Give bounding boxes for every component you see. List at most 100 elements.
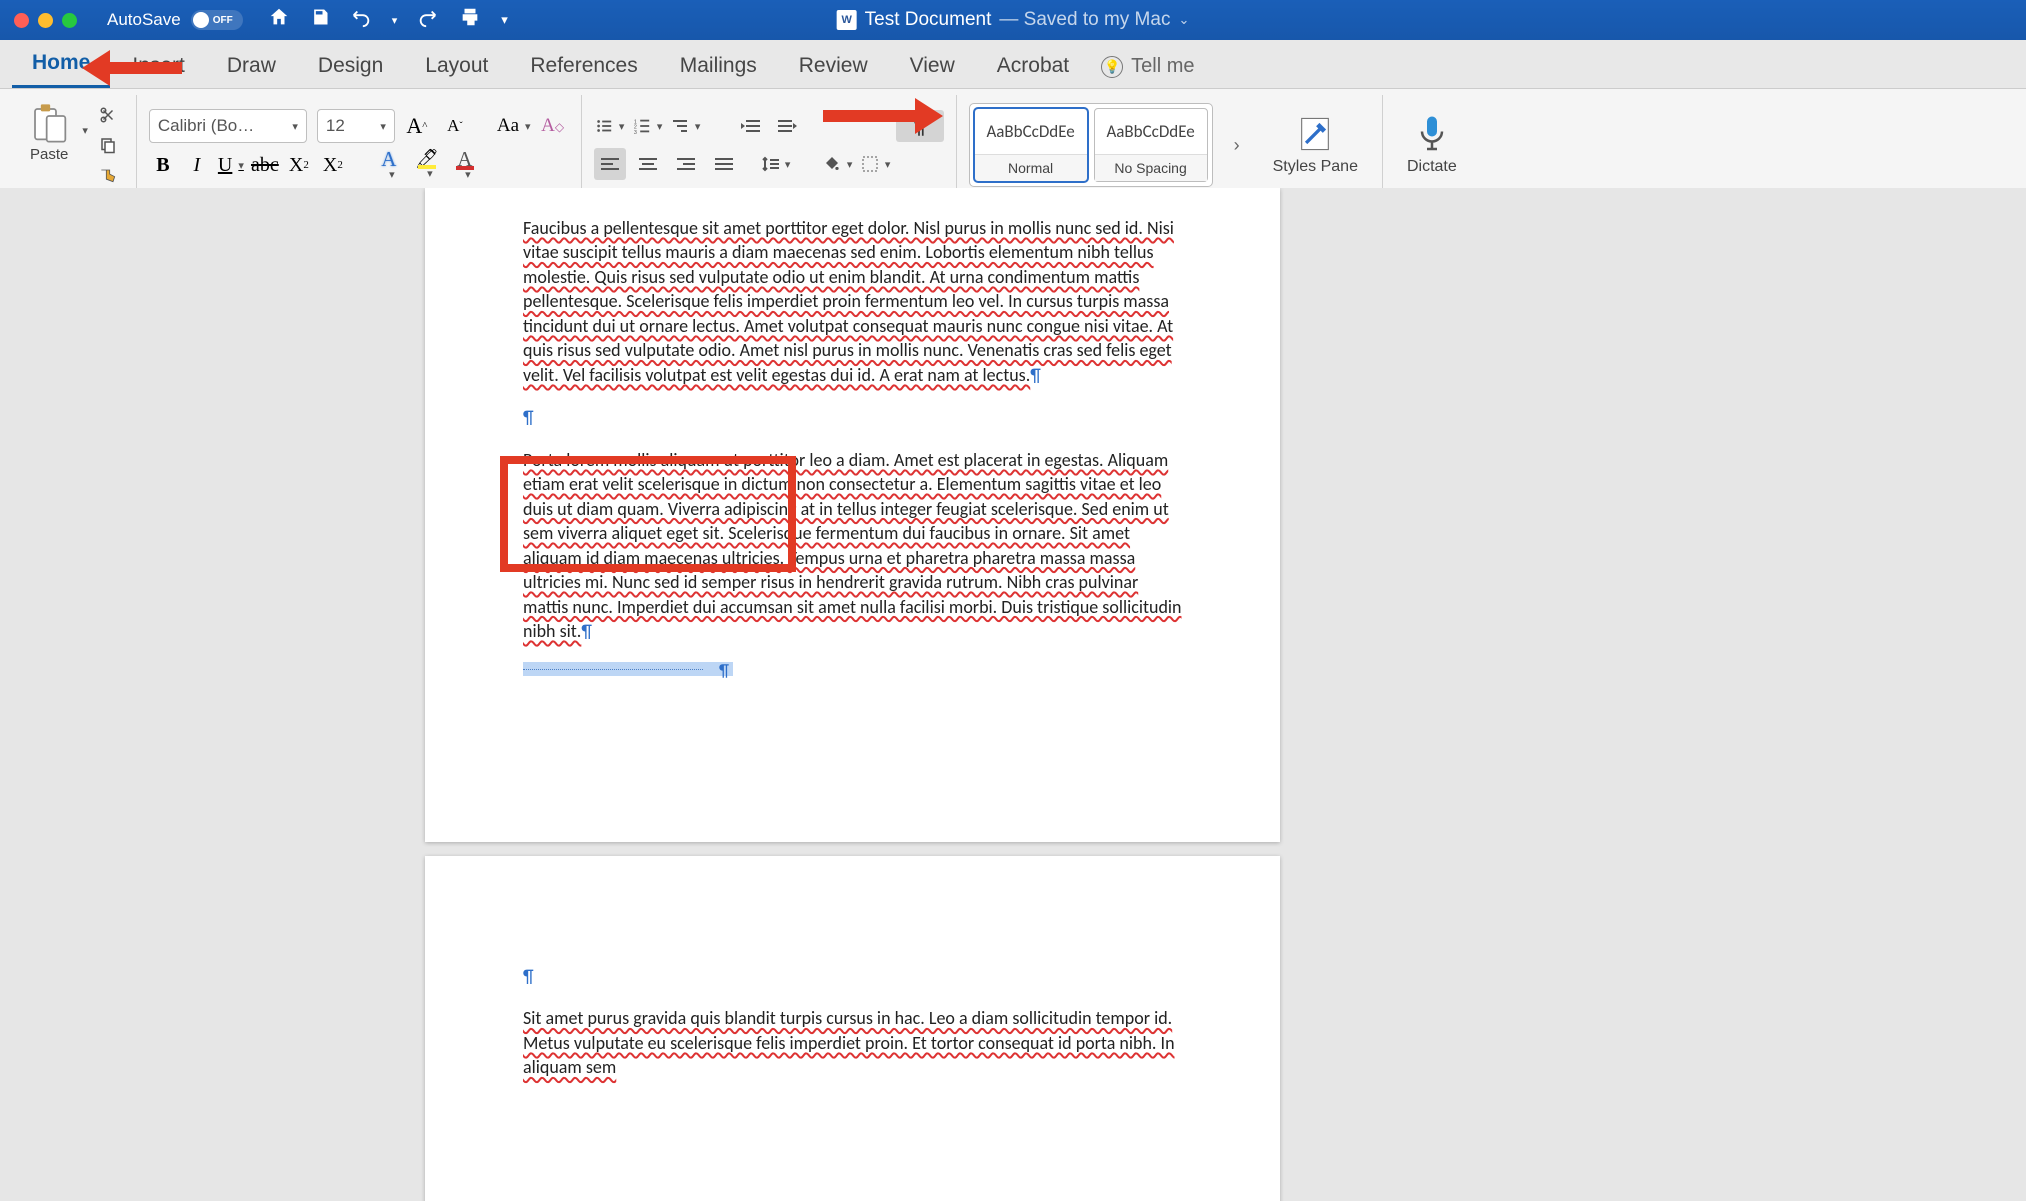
paste-label: Paste — [30, 146, 68, 163]
qat-customize-icon[interactable]: ▾ — [501, 12, 508, 28]
save-status: — Saved to my Mac — [999, 9, 1170, 31]
paragraph-1[interactable]: Faucibus a pellentesque sit amet porttit… — [523, 216, 1182, 387]
redo-icon[interactable] — [417, 6, 439, 34]
tab-design[interactable]: Design — [298, 44, 403, 88]
cut-button[interactable] — [92, 102, 124, 128]
tab-home[interactable]: Home — [12, 41, 110, 88]
window-controls — [14, 13, 77, 28]
svg-text:3: 3 — [634, 130, 637, 135]
document-canvas[interactable]: Faucibus a pellentesque sit amet porttit… — [0, 188, 2026, 1201]
font-color-button[interactable]: A▾ — [449, 149, 481, 181]
undo-icon[interactable] — [350, 6, 372, 34]
line-spacing-button[interactable]: ▾ — [760, 148, 792, 180]
voice-group: Dictate — [1383, 95, 1481, 195]
font-family-value: Calibri (Bo… — [158, 116, 254, 136]
multilevel-list-button[interactable]: ▾ — [670, 110, 702, 142]
pilcrow-icon: ¶ — [523, 965, 534, 987]
tab-acrobat[interactable]: Acrobat — [977, 44, 1089, 88]
align-center-button[interactable] — [632, 148, 664, 180]
document-title: Test Document — [865, 9, 992, 31]
minimize-window-button[interactable] — [38, 13, 53, 28]
document-body[interactable]: Faucibus a pellentesque sit amet porttit… — [425, 188, 1280, 736]
autosave-switch[interactable]: OFF — [191, 10, 243, 30]
tell-me-search[interactable]: 💡 Tell me — [1101, 55, 1194, 88]
dictate-button[interactable]: Dictate — [1395, 114, 1469, 176]
highlight-color-button[interactable]: 🖊▾ — [411, 149, 443, 181]
superscript-button[interactable]: X2 — [319, 149, 347, 181]
styles-pane-label: Styles Pane — [1273, 158, 1358, 176]
align-left-button[interactable] — [594, 148, 626, 180]
undo-dropdown-icon[interactable]: ▾ — [392, 14, 398, 27]
font-group: Calibri (Bo…▾ 12▾ A^ Aˇ Aa▾ A◇ B I U▾ ab… — [137, 95, 582, 195]
empty-paragraph[interactable]: ¶ — [523, 405, 1182, 429]
document-body[interactable]: ¶ Sit amet purus gravida quis blandit tu… — [425, 856, 1280, 1158]
tab-view[interactable]: View — [890, 44, 975, 88]
shading-button[interactable]: ▾ — [822, 148, 854, 180]
empty-paragraph[interactable]: ¶ — [523, 964, 1182, 988]
page-break-selection[interactable]: ¶ — [523, 662, 733, 676]
autosave-label: AutoSave — [107, 10, 181, 30]
lightbulb-icon: 💡 — [1101, 56, 1123, 78]
word-doc-icon: W — [837, 10, 857, 30]
tab-review[interactable]: Review — [779, 44, 888, 88]
paragraph-2[interactable]: Porta lorem mollis aliquam ut porttitor … — [523, 448, 1182, 644]
pilcrow-icon: ¶ — [1030, 364, 1041, 386]
style-no-spacing[interactable]: AaBbCcDdEe No Spacing — [1094, 108, 1208, 182]
paste-button[interactable]: Paste — [22, 102, 76, 163]
maximize-window-button[interactable] — [62, 13, 77, 28]
subscript-button[interactable]: X2 — [285, 149, 313, 181]
save-icon[interactable] — [310, 7, 330, 33]
increase-indent-button[interactable] — [772, 110, 804, 142]
print-icon[interactable] — [459, 6, 481, 34]
autosave-toggle[interactable]: AutoSave OFF — [107, 10, 243, 30]
paste-dropdown-icon[interactable]: ▾ — [82, 124, 88, 137]
quick-access-toolbar: ▾ ▾ — [268, 6, 508, 34]
borders-button[interactable]: ▾ — [860, 148, 892, 180]
grow-font-button[interactable]: A^ — [401, 110, 433, 142]
font-family-select[interactable]: Calibri (Bo…▾ — [149, 109, 307, 143]
styles-pane-button[interactable]: Styles Pane — [1261, 114, 1370, 176]
tell-me-label: Tell me — [1131, 55, 1194, 78]
strikethrough-button[interactable]: abc — [251, 149, 279, 181]
style-normal[interactable]: AaBbCcDdEe Normal — [974, 108, 1088, 182]
shrink-font-button[interactable]: Aˇ — [439, 110, 471, 142]
clipboard-group: Paste ▾ — [10, 95, 137, 195]
numbering-button[interactable]: 123▾ — [632, 110, 664, 142]
tab-references[interactable]: References — [510, 44, 657, 88]
align-right-button[interactable] — [670, 148, 702, 180]
clear-formatting-button[interactable]: A◇ — [537, 110, 569, 142]
show-paragraph-marks-button[interactable]: ¶ — [896, 110, 944, 142]
tab-insert[interactable]: Insert — [112, 44, 205, 88]
styles-group: AaBbCcDdEe Normal AaBbCcDdEe No Spacing … — [957, 95, 1383, 195]
underline-button[interactable]: U▾ — [217, 149, 245, 181]
pilcrow-icon: ¶ — [581, 620, 592, 642]
change-case-button[interactable]: Aa▾ — [497, 110, 531, 142]
paragraph-3[interactable]: Sit amet purus gravida quis blandit turp… — [523, 1006, 1182, 1079]
paragraph-group: ▾ 123▾ ▾ ¶ ▾ ▾ ▾ — [582, 95, 957, 195]
tab-mailings[interactable]: Mailings — [660, 44, 777, 88]
close-window-button[interactable] — [14, 13, 29, 28]
pilcrow-icon: ¶ — [719, 659, 729, 682]
style-name-normal: Normal — [975, 154, 1087, 181]
document-title-area[interactable]: W Test Document — Saved to my Mac ⌄ — [837, 9, 1190, 31]
justify-button[interactable] — [708, 148, 740, 180]
font-size-select[interactable]: 12▾ — [317, 109, 395, 143]
italic-button[interactable]: I — [183, 149, 211, 181]
text-effects-button[interactable]: A▾ — [373, 149, 405, 181]
style-sample: AaBbCcDdEe — [975, 109, 1087, 154]
home-icon[interactable] — [268, 6, 290, 34]
styles-gallery-expand-icon[interactable]: › — [1221, 129, 1253, 161]
format-painter-button[interactable] — [92, 162, 124, 188]
bullets-button[interactable]: ▾ — [594, 110, 626, 142]
pilcrow-icon: ¶ — [523, 406, 534, 428]
page-1[interactable]: Faucibus a pellentesque sit amet porttit… — [425, 188, 1280, 842]
title-dropdown-icon[interactable]: ⌄ — [1178, 12, 1189, 28]
bold-button[interactable]: B — [149, 149, 177, 181]
ribbon: Paste ▾ Calibri (Bo…▾ 12▾ A^ A — [0, 89, 2026, 202]
decrease-indent-button[interactable] — [734, 110, 766, 142]
copy-button[interactable] — [92, 132, 124, 158]
tab-layout[interactable]: Layout — [405, 44, 508, 88]
font-size-value: 12 — [326, 116, 345, 136]
tab-draw[interactable]: Draw — [207, 44, 296, 88]
page-2[interactable]: ¶ Sit amet purus gravida quis blandit tu… — [425, 856, 1280, 1201]
